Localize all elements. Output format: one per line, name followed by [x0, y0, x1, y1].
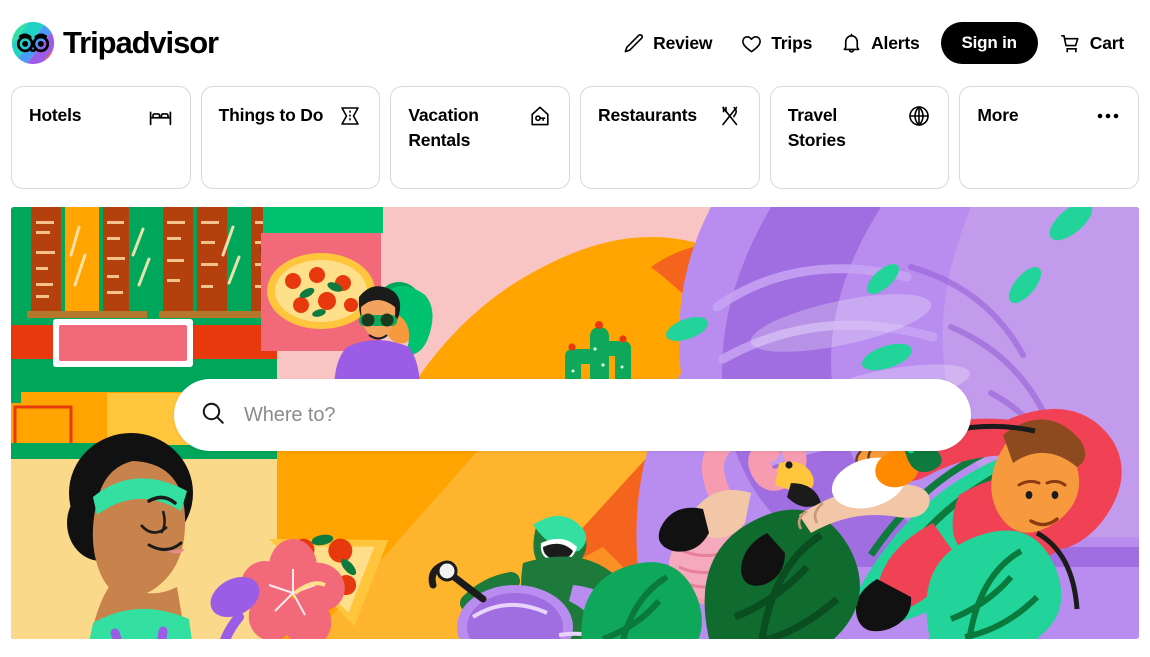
logo[interactable]: Tripadvisor [10, 20, 219, 66]
search-icon [200, 400, 226, 431]
category-card-travel-stories-label: Travel Stories [787, 105, 846, 151]
hero-illustration: Where to? [11, 207, 1139, 639]
bell-icon [840, 32, 863, 55]
category-card-things-to-do[interactable]: Things to Do [200, 86, 381, 189]
heart-icon [740, 32, 763, 55]
brand-name: Tripadvisor [63, 25, 219, 60]
tripadvisor-owl-icon [10, 20, 56, 66]
search-bar[interactable]: Where to? [174, 379, 971, 451]
house-key-icon [528, 104, 552, 128]
nav-item-alerts-label: Alerts [871, 32, 920, 53]
category-card-hotels-label: Hotels [29, 105, 82, 125]
category-card-travel-stories[interactable]: Travel Stories [769, 86, 950, 189]
nav-item-review-label: Review [653, 32, 713, 53]
ticket-icon [338, 104, 362, 128]
sign-in-button[interactable]: Sign in [940, 22, 1038, 64]
cart-icon [1059, 32, 1082, 55]
search-input[interactable]: Where to? [244, 404, 335, 427]
globe-icon [907, 104, 931, 128]
nav-item-trips[interactable]: Trips [726, 22, 826, 65]
category-nav: Hotels Things to Do Vacation Rentals Res… [0, 86, 1150, 189]
category-card-hotels[interactable]: Hotels [11, 86, 191, 189]
header-nav: Review Trips Alerts Sign in Cart [608, 22, 1138, 65]
nav-item-cart-label: Cart [1089, 32, 1124, 53]
category-card-things-to-do-label: Things to Do [218, 105, 324, 125]
sign-in-label: Sign in [961, 33, 1017, 52]
nav-item-cart[interactable]: Cart [1045, 22, 1138, 65]
bed-icon [148, 104, 173, 129]
category-card-restaurants-label: Restaurants [598, 105, 697, 125]
nav-item-alerts[interactable]: Alerts [826, 22, 933, 65]
nav-item-trips-label: Trips [771, 32, 813, 53]
nav-item-review[interactable]: Review [608, 22, 726, 65]
site-header: Tripadvisor Review Trips Alerts Sign in … [0, 0, 1150, 86]
category-card-more[interactable]: More [959, 86, 1140, 189]
ellipsis-icon [1095, 104, 1121, 128]
category-card-vacation-rentals-label: Vacation Rentals [408, 105, 479, 151]
category-card-more-label: More [977, 105, 1019, 125]
pencil-icon [622, 32, 645, 55]
category-card-restaurants[interactable]: Restaurants [580, 86, 760, 189]
fork-knife-icon [718, 104, 742, 128]
category-card-vacation-rentals[interactable]: Vacation Rentals [390, 86, 571, 189]
